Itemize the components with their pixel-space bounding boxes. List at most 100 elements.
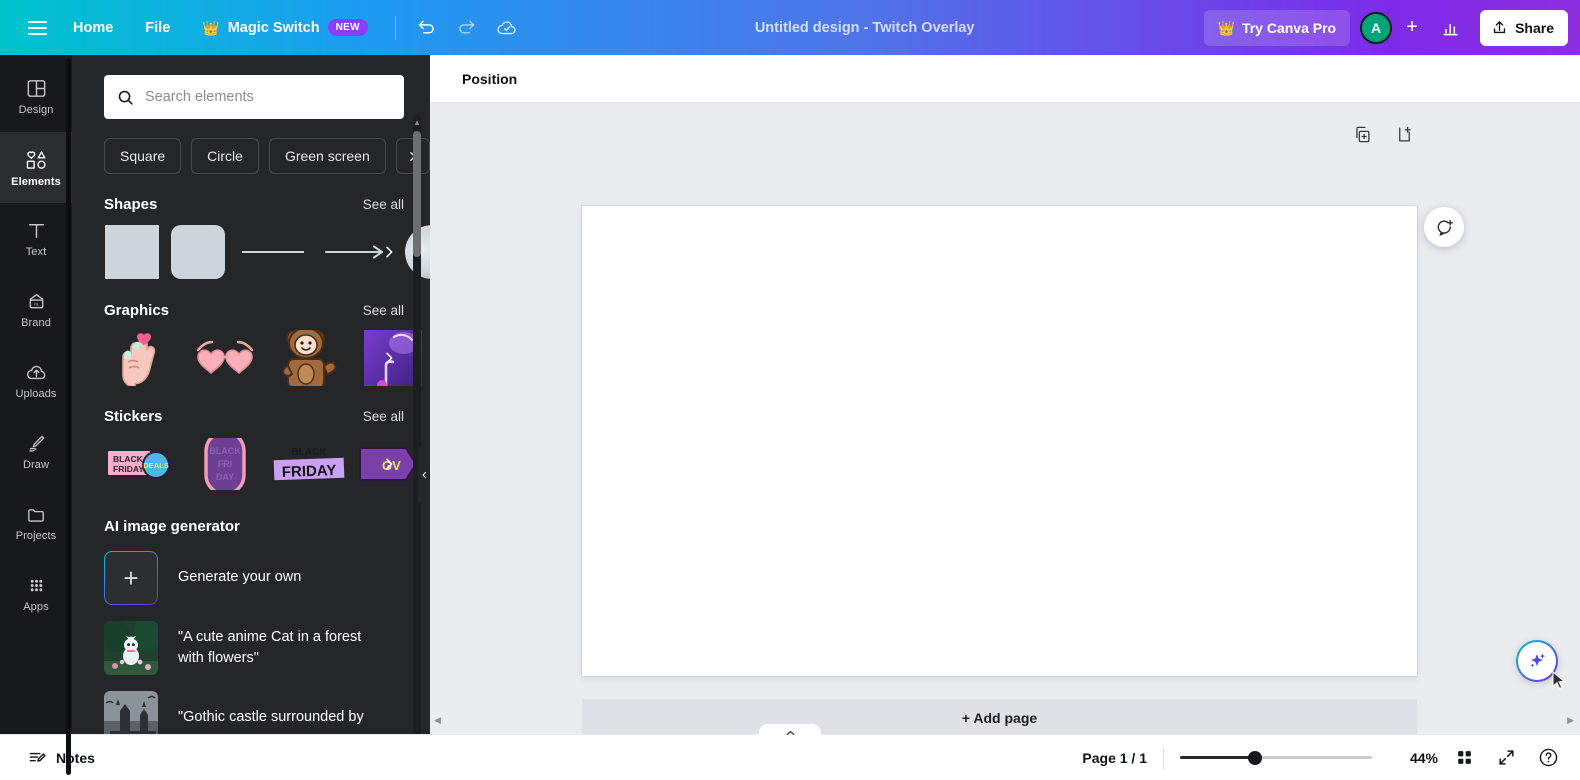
sidebar-label-apps: Apps	[23, 601, 49, 613]
canva-editor: Home File 👑 Magic Switch NEW Untitled de…	[0, 0, 1580, 780]
chip-square[interactable]: Square	[104, 138, 182, 174]
square-shape[interactable]	[104, 224, 160, 280]
invite-members-button[interactable]: +	[1396, 12, 1428, 44]
black-friday-deals-sticker-icon: BLACK FRIDAY DEALS	[106, 449, 170, 479]
sidebar-item-apps[interactable]: Apps	[0, 558, 72, 629]
notes-button[interactable]: Notes	[18, 741, 105, 774]
rounded-square-shape[interactable]	[170, 224, 226, 280]
add-page-button[interactable]	[1391, 121, 1417, 147]
sidebar-item-text[interactable]: Text	[0, 203, 72, 274]
home-menu-button[interactable]: Home	[58, 10, 128, 46]
section-shapes-head: Shapes See all	[104, 196, 430, 213]
sidebar-label-brand: Brand	[21, 317, 51, 329]
svg-text:DAY: DAY	[216, 472, 234, 482]
chip-green-screen[interactable]: Green screen	[268, 138, 386, 174]
chevron-up-icon	[786, 731, 794, 735]
apps-grid-icon	[30, 579, 42, 592]
panel-scrollbar-thumb[interactable]	[413, 131, 421, 257]
black-friday-brush-sticker[interactable]: BLACK FRIDAY	[272, 436, 346, 492]
graphics-row	[104, 330, 430, 386]
zoom-slider[interactable]	[1180, 750, 1372, 766]
anime-cat-forest-thumb	[104, 621, 158, 675]
file-menu-button[interactable]: File	[130, 10, 185, 46]
canvas-area[interactable]: + Add page ◀ ▶	[430, 103, 1580, 734]
notes-panel-toggle[interactable]	[759, 724, 821, 738]
left-rail: Design Elements Text co. Brand Uploads D…	[0, 55, 72, 775]
sidebar-label-projects: Projects	[15, 530, 57, 542]
stickers-next-arrow-icon[interactable]	[376, 441, 402, 487]
black-friday-oval-sticker[interactable]: BLACK FRI DAY	[188, 436, 262, 492]
canvas-scroll-left-icon[interactable]: ◀	[434, 715, 441, 726]
shapes-next-arrow-icon[interactable]	[376, 229, 402, 275]
help-question-icon	[1539, 748, 1557, 767]
rail-scrollbar[interactable]	[66, 59, 71, 775]
add-page-icon	[1398, 126, 1411, 141]
ai-generate-tile[interactable]: +	[104, 551, 158, 605]
bar-chart-icon[interactable]	[1432, 9, 1470, 47]
black-friday-deals-sticker[interactable]: BLACK FRIDAY DEALS	[104, 436, 178, 492]
sidebar-item-brand[interactable]: co. Brand	[0, 274, 72, 345]
sidebar-item-design[interactable]: Design	[0, 61, 72, 132]
sidebar-item-elements[interactable]: Elements	[0, 132, 72, 203]
fullscreen-icon	[1498, 750, 1514, 765]
draw-pen-icon	[28, 435, 44, 452]
add-comment-icon	[1437, 219, 1453, 236]
ai-prompt-row-cat[interactable]: "A cute anime Cat in a forest with flowe…	[104, 621, 430, 675]
help-button[interactable]	[1532, 742, 1564, 774]
see-all-stickers[interactable]: See all	[363, 409, 404, 424]
sidebar-label-design: Design	[18, 104, 54, 116]
position-button[interactable]: Position	[452, 64, 527, 94]
see-all-shapes[interactable]: See all	[363, 197, 404, 212]
section-shapes-title: Shapes	[104, 196, 158, 213]
add-comment-button[interactable]	[1424, 207, 1464, 247]
zoom-value: 44%	[1409, 749, 1438, 766]
bear-costume-person-graphic[interactable]	[272, 330, 346, 386]
cloud-check-icon[interactable]	[488, 9, 526, 47]
search-input[interactable]	[145, 89, 392, 105]
finger-heart-hand-graphic[interactable]	[104, 330, 178, 386]
stickers-row: BLACK FRIDAY DEALS BLACK FRI DAY BLACK F…	[104, 436, 430, 492]
share-button[interactable]: Share	[1480, 9, 1569, 46]
new-badge: NEW	[327, 19, 368, 36]
top-bar-left: Home File 👑 Magic Switch NEW	[0, 9, 526, 47]
top-bar: Home File 👑 Magic Switch NEW Untitled de…	[0, 0, 1580, 55]
line-shape[interactable]	[236, 224, 310, 280]
magic-switch-button[interactable]: 👑 Magic Switch NEW	[187, 10, 383, 46]
undo-icon[interactable]	[408, 9, 446, 47]
editor-area: Position + Add page ◀ ▶	[430, 55, 1580, 734]
hamburger-icon[interactable]	[18, 9, 56, 47]
section-stickers-title: Stickers	[104, 408, 163, 425]
heart-sunglasses-graphic[interactable]	[188, 330, 262, 386]
add-page-bar[interactable]: + Add page	[582, 699, 1417, 734]
notes-label: Notes	[56, 749, 95, 766]
avatar[interactable]: A	[1360, 11, 1393, 44]
svg-text:FRI: FRI	[218, 459, 233, 469]
magic-sparkle-icon	[1530, 653, 1545, 668]
ai-generate-your-own-row[interactable]: + Generate your own	[104, 551, 430, 605]
finger-heart-hand-icon	[122, 333, 156, 386]
design-canvas-page[interactable]	[582, 206, 1417, 676]
fullscreen-button[interactable]	[1490, 742, 1522, 774]
search-icon	[118, 90, 133, 105]
graphics-next-arrow-icon[interactable]	[376, 335, 402, 381]
chip-green-screen-label: Green screen	[284, 148, 370, 164]
magic-assistant-button[interactable]	[1516, 640, 1558, 682]
search-area: Square Circle Green screen	[104, 55, 430, 174]
search-input-wrapper[interactable]	[104, 75, 404, 119]
grid-view-button[interactable]	[1448, 742, 1480, 774]
sidebar-item-uploads[interactable]: Uploads	[0, 345, 72, 416]
see-all-graphics[interactable]: See all	[363, 303, 404, 318]
sidebar-item-projects[interactable]: Projects	[0, 487, 72, 558]
zoom-slider-knob[interactable]	[1248, 750, 1262, 765]
home-label: Home	[73, 19, 114, 36]
redo-icon[interactable]	[448, 9, 486, 47]
duplicate-page-button[interactable]	[1349, 121, 1375, 147]
panel-collapse-button[interactable]	[418, 447, 430, 503]
document-title[interactable]: Untitled design - Twitch Overlay	[743, 13, 987, 43]
sidebar-item-draw[interactable]: Draw	[0, 416, 72, 487]
canvas-scroll-right-icon[interactable]: ▶	[1567, 715, 1574, 726]
ai-prompt-row-castle[interactable]: "Gothic castle surrounded by	[104, 691, 430, 734]
scroll-up-arrow-icon[interactable]: ▲	[413, 117, 421, 127]
try-canva-pro-button[interactable]: 👑 Try Canva Pro	[1203, 9, 1351, 46]
chip-circle[interactable]: Circle	[191, 138, 259, 174]
